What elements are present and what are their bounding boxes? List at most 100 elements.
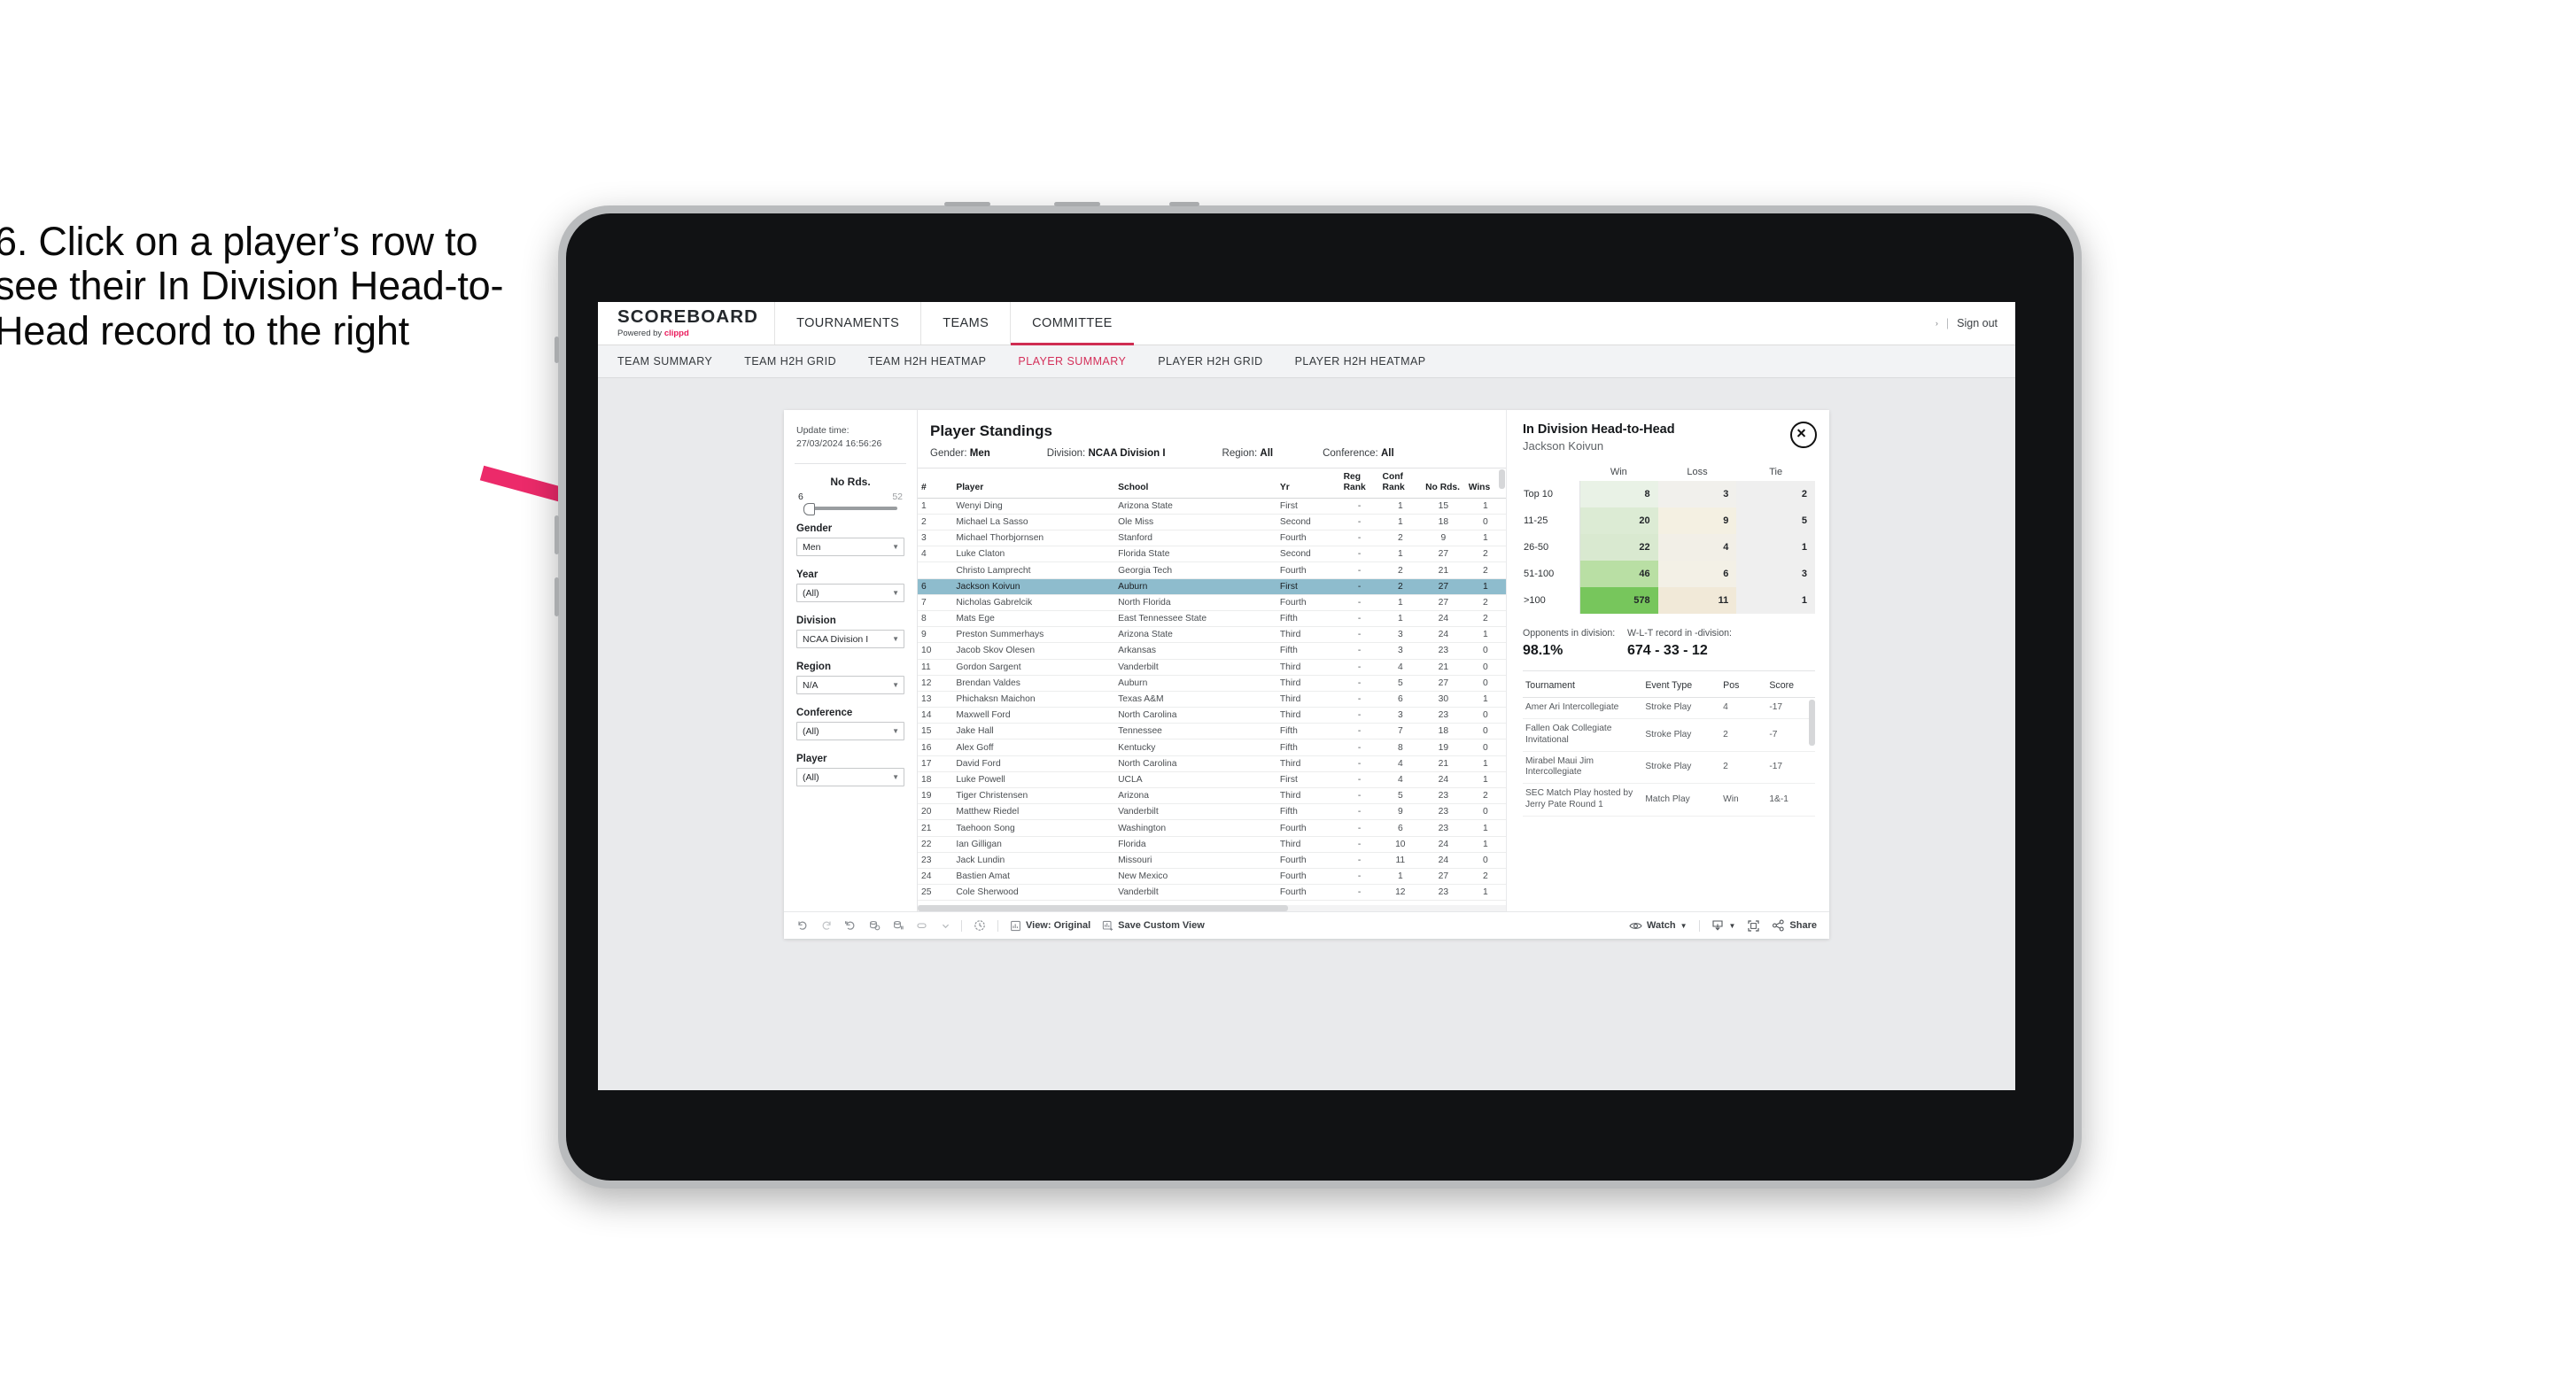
table-row[interactable]: 7 Nicholas Gabrelcik North Florida Fourth -1… — [918, 594, 1506, 611]
table-row[interactable]: 23 Jack Lundin Missouri Fourth -11 24 0 — [918, 852, 1506, 869]
chevron-right-icon[interactable]: › — [1936, 319, 1938, 328]
share-button[interactable]: Share — [1772, 919, 1817, 932]
nav-item-tournaments[interactable]: TOURNAMENTS — [774, 302, 920, 345]
col-pos[interactable]: Pos — [1720, 677, 1767, 699]
undo-icon[interactable] — [796, 919, 809, 932]
table-row[interactable]: 10 Jacob Skov Olesen Arkansas Fifth -3 23 0 — [918, 642, 1506, 660]
tournament-row[interactable]: Amer Ari Intercollegiate Stroke Play 4 -17 — [1523, 697, 1815, 720]
col-reg-rank[interactable]: Reg Rank — [1339, 468, 1379, 499]
table-row[interactable]: 22 Ian Gilligan Florida Third -10 24 1 — [918, 836, 1506, 853]
table-row[interactable]: 4 Luke Claton Florida State Second -1 27 2 — [918, 546, 1506, 563]
tournament-row[interactable]: Mirabel Maui Jim Intercollegiate Stroke P… — [1523, 751, 1815, 785]
tab-team-h2h-grid[interactable]: TEAM H2H GRID — [744, 355, 856, 368]
col-score[interactable]: Score — [1766, 677, 1815, 699]
col-player[interactable]: Player — [952, 468, 1115, 499]
table-row[interactable]: 21 Taehoon Song Washington Fourth -6 23 1 — [918, 819, 1506, 837]
cell-no-rds: 23 — [1422, 819, 1465, 837]
col-year[interactable]: Yr — [1276, 468, 1340, 499]
watch-button[interactable]: Watch ▼ — [1629, 920, 1688, 931]
tab-player-summary[interactable]: PLAYER SUMMARY — [1018, 355, 1145, 368]
table-row[interactable]: 1 Wenyi Ding Arizona State First -1 15 1 — [918, 498, 1506, 515]
table-row[interactable]: 18 Luke Powell UCLA First -4 24 1 — [918, 771, 1506, 789]
pause-updates-icon[interactable] — [892, 919, 904, 932]
main-nav: TOURNAMENTS TEAMS COMMITTEE — [774, 302, 1134, 345]
col-no-rds[interactable]: No Rds. — [1422, 468, 1465, 499]
cell-school: Vanderbilt — [1114, 659, 1276, 676]
view-original-button[interactable]: View: Original — [1010, 920, 1090, 932]
tournament-scrollbar[interactable] — [1809, 700, 1815, 747]
col-tournament[interactable]: Tournament — [1523, 677, 1643, 699]
download-button[interactable]: ▼ — [1711, 919, 1735, 932]
filter-player-label: Player — [796, 754, 827, 765]
filter-region-select[interactable]: N/A ▼ — [796, 676, 904, 695]
cell-player: Jake Hall — [952, 723, 1115, 740]
cell-event-type: Stroke Play — [1642, 697, 1721, 720]
stat-record-value: 674 - 33 - 12 — [1627, 643, 1708, 659]
table-row[interactable]: 8 Mats Ege East Tennessee State Fifth -1 24 2 — [918, 610, 1506, 628]
save-custom-view-button[interactable]: Save Custom View — [1102, 920, 1205, 932]
col-rank[interactable]: # — [918, 468, 953, 499]
table-row[interactable]: 12 Brendan Valdes Auburn Third -5 27 0 — [918, 675, 1506, 692]
col-school[interactable]: School — [1114, 468, 1276, 499]
tournament-row[interactable]: Fallen Oak Collegiate Invitational Stroke… — [1523, 718, 1815, 752]
table-row[interactable]: 11 Gordon Sargent Vanderbilt Third -4 21 0 — [918, 659, 1506, 676]
h2h-band-label: Top 10 — [1523, 481, 1580, 508]
toolbar-divider — [961, 919, 962, 932]
table-row[interactable]: 6 Jackson Koivun Auburn First -2 27 1 — [918, 578, 1506, 595]
cell-year: Fourth — [1276, 868, 1340, 886]
filter-player-select[interactable]: (All) ▼ — [796, 768, 904, 787]
toolbar-divider-2 — [997, 919, 998, 932]
nav-item-teams[interactable]: TEAMS — [920, 302, 1010, 345]
fullscreen-icon[interactable] — [1747, 919, 1760, 933]
cell-event-type: Stroke Play — [1642, 718, 1721, 752]
cell-school: Arizona State — [1114, 626, 1276, 644]
clock-icon[interactable] — [974, 919, 986, 932]
table-row[interactable]: Christo Lamprecht Georgia Tech Fourth -2 21 2 — [918, 561, 1506, 579]
meta-division-value: NCAA Division I — [1088, 448, 1166, 459]
header-right: › | Sign out — [1936, 302, 2015, 345]
table-row[interactable]: 16 Alex Goff Kentucky Fifth -8 19 0 — [918, 739, 1506, 756]
cell-school: New Mexico — [1114, 868, 1276, 886]
nav-item-committee[interactable]: COMMITTEE — [1010, 302, 1134, 345]
table-row[interactable]: 17 David Ford North Carolina Third -4 21 1 — [918, 755, 1506, 772]
tab-player-h2h-heatmap[interactable]: PLAYER H2H HEATMAP — [1295, 355, 1446, 368]
h2h-cell-tie: 5 — [1736, 507, 1815, 535]
cell-conf-rank: 11 — [1378, 852, 1423, 869]
table-vertical-scrollbar[interactable] — [1499, 469, 1505, 489]
filter-conference-select[interactable]: (All) ▼ — [796, 722, 904, 741]
tab-team-h2h-heatmap[interactable]: TEAM H2H HEATMAP — [868, 355, 1005, 368]
refresh-data-icon[interactable] — [868, 919, 881, 932]
table-row[interactable]: 2 Michael La Sasso Ole Miss Second -1 18 0 — [918, 514, 1506, 531]
tournament-row[interactable]: SEC Match Play hosted by Jerry Pate Roun… — [1523, 783, 1815, 817]
col-event-type[interactable]: Event Type — [1642, 677, 1721, 699]
table-row[interactable]: 25 Cole Sherwood Vanderbilt Fourth -12 23 1 — [918, 884, 1506, 902]
table-row[interactable]: 24 Bastien Amat New Mexico Fourth -1 27 2 — [918, 868, 1506, 886]
no-rounds-slider-track[interactable] — [803, 503, 897, 516]
highlight-icon[interactable] — [916, 919, 930, 932]
table-row[interactable]: 9 Preston Summerhays Arizona State Third -3 2… — [918, 626, 1506, 644]
no-rounds-max: 52 — [892, 492, 903, 503]
table-row[interactable]: 19 Tiger Christensen Arizona Third -5 23 2 — [918, 787, 1506, 805]
filter-year-select[interactable]: (All) ▼ — [796, 584, 904, 603]
cell-wins: 0 — [1464, 675, 1506, 692]
close-icon[interactable] — [1790, 422, 1817, 448]
cell-conf-rank: 2 — [1378, 578, 1423, 595]
table-row[interactable]: 14 Maxwell Ford North Carolina Third -3 23 0 — [918, 707, 1506, 724]
filter-gender-select[interactable]: Men ▼ — [796, 538, 904, 557]
tab-player-h2h-grid[interactable]: PLAYER H2H GRID — [1158, 355, 1282, 368]
dropdown-caret-icon[interactable] — [942, 922, 950, 930]
table-horizontal-scrollbar[interactable] — [918, 905, 1506, 912]
table-row[interactable]: 15 Jake Hall Tennessee Fifth -7 18 0 — [918, 723, 1506, 740]
table-row[interactable]: 13 Phichaksn Maichon Texas A&M Third -6 30 1 — [918, 691, 1506, 708]
revert-icon[interactable] — [844, 919, 857, 932]
filter-division-select[interactable]: NCAA Division I ▼ — [796, 630, 904, 649]
tab-team-summary[interactable]: TEAM SUMMARY — [617, 355, 732, 368]
col-conf-rank[interactable]: Conf Rank — [1378, 468, 1423, 499]
filter-division: Division NCAA Division I ▼ — [784, 616, 917, 649]
table-row[interactable]: 3 Michael Thorbjornsen Stanford Fourth -2 9 1 — [918, 530, 1506, 547]
no-rounds-slider-thumb[interactable] — [803, 503, 815, 516]
viz-container: Update time: 27/03/2024 16:56:26 No Rds.… — [784, 410, 1829, 940]
redo-icon[interactable] — [820, 919, 833, 932]
table-row[interactable]: 20 Matthew Riedel Vanderbilt Fifth -9 23 0 — [918, 803, 1506, 821]
sign-out-link[interactable]: Sign out — [1957, 317, 1998, 329]
